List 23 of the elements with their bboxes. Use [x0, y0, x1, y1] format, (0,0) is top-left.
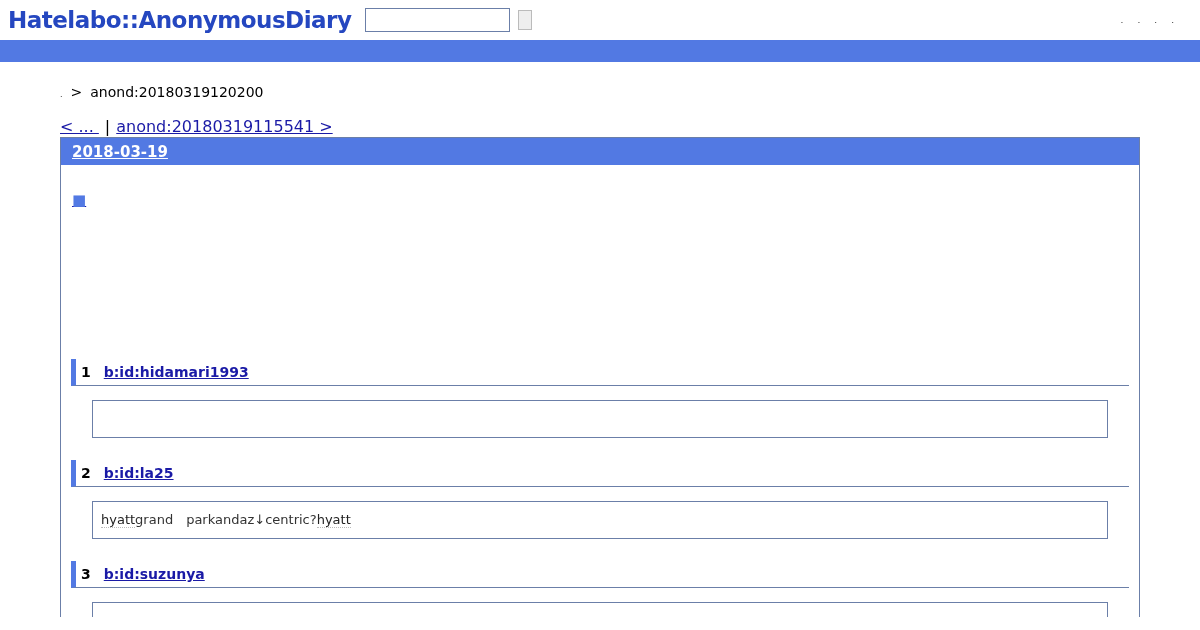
breadcrumb-separator: >	[70, 84, 83, 100]
prev-link[interactable]: < ...	[60, 117, 99, 136]
comment-number: 1	[81, 364, 91, 380]
comment-number: 3	[81, 566, 91, 582]
user-link[interactable]: b:id:suzunya	[103, 566, 205, 582]
header-link[interactable]: .	[1171, 15, 1174, 25]
keyword-link[interactable]: hyatt	[316, 512, 351, 528]
site-logo[interactable]: Hatelabo::AnonymousDiary	[8, 7, 352, 33]
user-link[interactable]: b:id:hidamari1993	[103, 364, 249, 380]
breadcrumb-current: anond:20180319120200	[90, 84, 264, 100]
next-link[interactable]: anond:20180319115541 >	[116, 117, 333, 136]
home-link[interactable]: .	[60, 90, 63, 99]
user-link[interactable]: b:id:la25	[103, 465, 174, 481]
header-link[interactable]: .	[1120, 15, 1124, 25]
pager-divider: |	[104, 117, 111, 136]
comment-number: 2	[81, 465, 91, 481]
header-link[interactable]: .	[1137, 15, 1141, 25]
date-link[interactable]: 2018-03-19	[72, 142, 168, 161]
search-field[interactable]	[365, 8, 511, 32]
keyword-link[interactable]: hyatt	[101, 512, 136, 528]
comment-text: hyattgrand parkandaz↓centric?hyatt	[101, 511, 351, 529]
header-link[interactable]: .	[1154, 15, 1158, 25]
entry-anchor-link[interactable]: ■	[72, 191, 87, 209]
